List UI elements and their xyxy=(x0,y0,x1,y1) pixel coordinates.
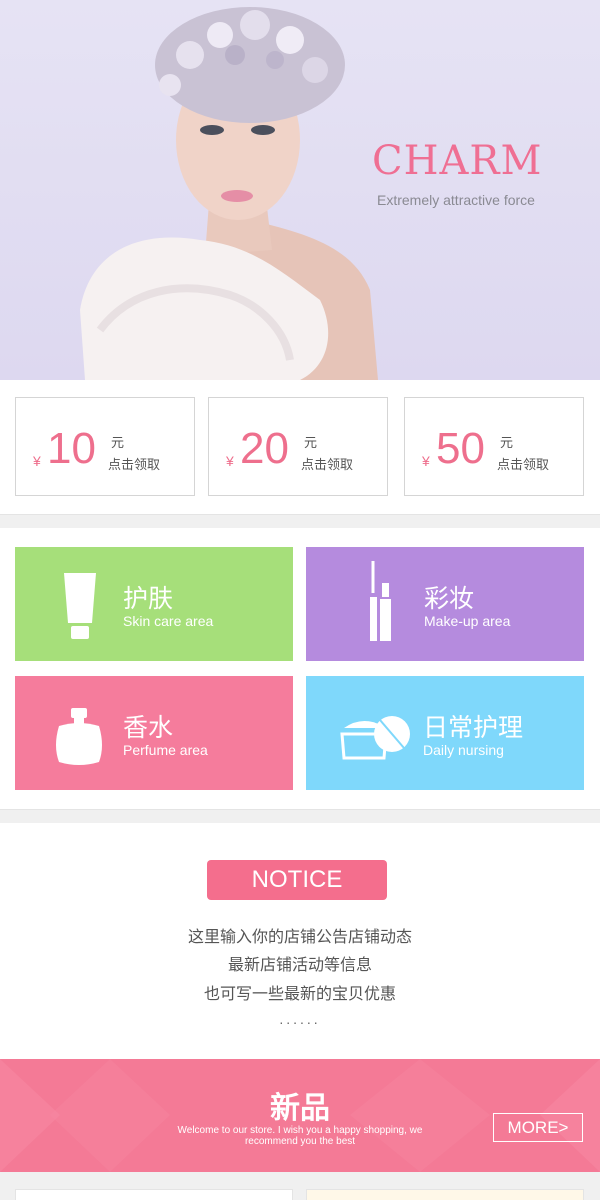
category-title: 彩妆 xyxy=(424,585,475,613)
claim-label: 点击领取 xyxy=(301,457,354,472)
notice-section: NOTICE 这里输入你的店铺公告店铺动态 最新店铺活动等信息 也可写一些最新的… xyxy=(0,823,600,1059)
currency-symbol: ¥ xyxy=(33,453,41,469)
notice-button[interactable]: NOTICE xyxy=(207,860,387,900)
category-subtitle: Perfume area xyxy=(123,742,208,758)
notice-line: 最新店铺活动等信息 xyxy=(227,957,372,974)
coupon-card[interactable]: ¥ 20 元 点击领取 xyxy=(208,397,388,496)
coupon-card[interactable]: ¥ 50 元 点击领取 xyxy=(404,397,584,496)
notice-line: 这里输入你的店铺公告店铺动态 xyxy=(187,929,412,946)
notice-ellipsis: ...... xyxy=(279,1011,321,1027)
category-perfume[interactable]: 香水 Perfume area xyxy=(15,676,293,790)
more-button[interactable]: MORE> xyxy=(493,1113,583,1142)
notice-line: 也可写一些最新的宝贝优惠 xyxy=(203,986,396,1003)
claim-label: 点击领取 xyxy=(108,457,161,472)
category-subtitle: Daily nursing xyxy=(423,742,504,758)
lotion-tube-icon xyxy=(64,573,96,639)
model-image xyxy=(80,7,378,380)
coupon-amount: 10 xyxy=(47,424,96,473)
currency-symbol: ¥ xyxy=(226,453,234,469)
coupon-unit: 元 xyxy=(500,435,514,450)
coupon-unit: 元 xyxy=(111,435,125,450)
coupon-unit: 元 xyxy=(304,435,318,450)
category-skin-care[interactable]: 护肤 Skin care area xyxy=(15,547,293,661)
category-subtitle: Make-up area xyxy=(424,613,511,629)
coupon-card[interactable]: ¥ 10 元 点击领取 xyxy=(15,397,195,496)
hero-title: CHARM xyxy=(372,138,543,184)
cream-jar-icon xyxy=(340,716,410,760)
coupon-amount: 20 xyxy=(240,424,289,473)
claim-label: 点击领取 xyxy=(497,457,550,472)
category-title: 香水 xyxy=(123,714,174,742)
product-card[interactable] xyxy=(306,1189,584,1200)
category-title: 日常护理 xyxy=(423,714,524,742)
category-subtitle: Skin care area xyxy=(123,613,214,629)
banner-welcome: Welcome to our store. I wish you a happy… xyxy=(177,1125,423,1147)
hero-subtitle: Extremely attractive force xyxy=(377,192,535,208)
category-makeup[interactable]: 彩妆 Make-up area xyxy=(306,547,584,661)
new-products-banner: 新品 Welcome to our store. I wish you a ha… xyxy=(0,1059,600,1172)
hero-banner: CHARM Extremely attractive force xyxy=(0,0,600,380)
mascara-icon xyxy=(370,561,391,641)
coupon-section: ¥ 10 元 点击领取 ¥ 20 元 点击领取 ¥ 50 元 点击领取 xyxy=(0,380,600,514)
coupon-amount: 50 xyxy=(436,424,485,473)
perfume-bottle-icon xyxy=(56,708,102,765)
category-daily-nursing[interactable]: 日常护理 Daily nursing xyxy=(306,676,584,790)
section-divider xyxy=(0,809,600,823)
product-card[interactable] xyxy=(15,1189,293,1200)
currency-symbol: ¥ xyxy=(422,453,430,469)
category-title: 护肤 xyxy=(123,585,174,613)
section-divider xyxy=(0,514,600,528)
